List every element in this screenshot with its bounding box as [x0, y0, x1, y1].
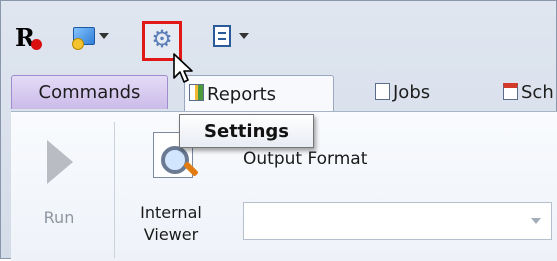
data-source-icon — [72, 27, 95, 50]
settings-tooltip: Settings — [179, 114, 314, 148]
mouse-pointer-icon — [173, 53, 193, 83]
internal-viewer-button[interactable]: Internal Viewer — [131, 132, 211, 257]
settings-button[interactable]: ⚙ — [142, 21, 182, 61]
tab-jobs[interactable]: Jobs — [371, 75, 461, 109]
group-separator — [114, 122, 115, 258]
gear-icon: ⚙ — [151, 25, 173, 53]
output-format-select[interactable] — [243, 202, 552, 240]
list-view-button[interactable] — [211, 21, 251, 53]
tab-reports[interactable]: Reports — [184, 75, 334, 113]
run-button[interactable]: Run — [29, 140, 89, 250]
report-icon — [189, 84, 204, 101]
chevron-down-icon[interactable] — [99, 33, 109, 39]
tooltip-text: Settings — [204, 120, 289, 142]
magnifier-icon — [161, 146, 189, 174]
run-label: Run — [43, 208, 75, 227]
app-window: R ⚙ Commands Reports Jobs Sch Run Intern… — [0, 0, 557, 261]
play-icon — [47, 140, 73, 184]
tab-label: Commands — [38, 82, 141, 103]
chevron-down-icon[interactable] — [239, 33, 249, 39]
tab-label: Sch — [521, 81, 554, 103]
data-source-button[interactable] — [69, 21, 109, 53]
jobs-icon — [375, 83, 390, 100]
ribbon-tabs: Commands Reports Jobs Sch — [11, 73, 557, 113]
list-view-icon — [213, 25, 231, 47]
label-line-2: Viewer — [143, 225, 199, 244]
tab-schedule[interactable]: Sch — [499, 75, 557, 109]
output-format-label: Output Format — [243, 149, 368, 169]
calendar-icon — [503, 83, 518, 100]
internal-viewer-label: Internal Viewer — [131, 202, 211, 246]
tab-label: Jobs — [393, 81, 431, 103]
tab-label: Reports — [207, 84, 277, 105]
chevron-down-icon[interactable] — [531, 218, 541, 224]
app-logo-icon: R — [11, 21, 43, 53]
label-line-1: Internal — [140, 203, 202, 222]
quick-access-toolbar: R ⚙ — [11, 15, 557, 61]
tab-commands[interactable]: Commands — [11, 75, 168, 109]
